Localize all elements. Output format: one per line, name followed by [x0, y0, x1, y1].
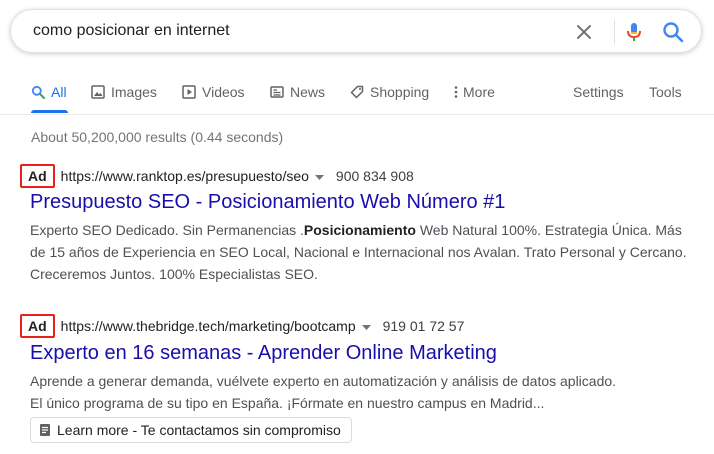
play-icon: [182, 85, 196, 99]
tab-label: Videos: [202, 84, 245, 100]
ad-url[interactable]: https://www.thebridge.tech/marketing/boo…: [61, 318, 356, 334]
ad-badge: Ad: [20, 314, 55, 338]
search-icon[interactable]: [660, 19, 686, 45]
image-icon: [91, 85, 105, 99]
tools-link[interactable]: Tools: [649, 84, 682, 100]
ad-desc-line: Aprende a generar demanda, vuélvete expe…: [30, 373, 617, 389]
settings-link[interactable]: Settings: [573, 84, 624, 100]
tab-label: News: [290, 84, 326, 100]
ad-phone[interactable]: 919 01 72 57: [383, 318, 465, 334]
ad-header: Ad https://www.ranktop.es/presupuesto/se…: [20, 162, 414, 190]
sitelink-button[interactable]: Learn more - Te contactamos sin compromi…: [30, 417, 352, 443]
active-tab-indicator: [31, 110, 68, 113]
ad-desc-bold: Posicionamiento: [303, 222, 416, 238]
microphone-icon[interactable]: [621, 19, 647, 45]
ad-title[interactable]: Presupuesto SEO - Posicionamiento Web Nú…: [30, 191, 505, 214]
caret-down-icon[interactable]: [361, 318, 371, 334]
tab-images[interactable]: Images: [91, 84, 157, 100]
search-icon: [31, 85, 45, 99]
ad-header: Ad https://www.thebridge.tech/marketing/…: [20, 312, 464, 340]
tab-videos[interactable]: Videos: [182, 84, 245, 100]
tabs-divider: [0, 114, 714, 115]
form-icon: [40, 424, 50, 436]
close-icon[interactable]: [572, 20, 596, 44]
tab-all[interactable]: All: [31, 84, 67, 100]
ad-description: Aprende a generar demanda, vuélvete expe…: [30, 370, 690, 414]
ad-phone[interactable]: 900 834 908: [336, 168, 414, 184]
ad-url[interactable]: https://www.ranktop.es/presupuesto/seo: [61, 168, 309, 184]
tab-more[interactable]: More: [453, 84, 495, 100]
search-input[interactable]: como posicionar en internet: [33, 22, 230, 40]
tab-label: Shopping: [370, 84, 430, 100]
ad-description: Experto SEO Dedicado. Sin Permanencias .…: [30, 219, 690, 285]
search-tabs: All Images Videos News Shopping More Set…: [0, 78, 714, 113]
tab-label: Images: [111, 84, 157, 100]
tab-shopping[interactable]: Shopping: [350, 84, 429, 100]
search-box[interactable]: como posicionar en internet: [10, 9, 702, 53]
tab-label: More: [463, 84, 495, 100]
ad-title[interactable]: Experto en 16 semanas - Aprender Online …: [30, 342, 497, 365]
tab-label: All: [51, 84, 67, 100]
ad-desc-line: El único programa de su tipo en España. …: [30, 395, 545, 411]
ad-desc-text: Experto SEO Dedicado. Sin Permanencias .: [30, 222, 304, 238]
sitelink-label: Learn more - Te contactamos sin compromi…: [57, 422, 341, 438]
tag-icon: [350, 85, 364, 99]
caret-down-icon[interactable]: [314, 168, 324, 184]
more-vert-icon: [454, 86, 458, 98]
ad-badge: Ad: [20, 164, 55, 188]
result-stats: About 50,200,000 results (0.44 seconds): [31, 129, 284, 145]
news-icon: [270, 86, 284, 98]
tab-news[interactable]: News: [270, 84, 325, 100]
search-divider: [614, 20, 615, 44]
